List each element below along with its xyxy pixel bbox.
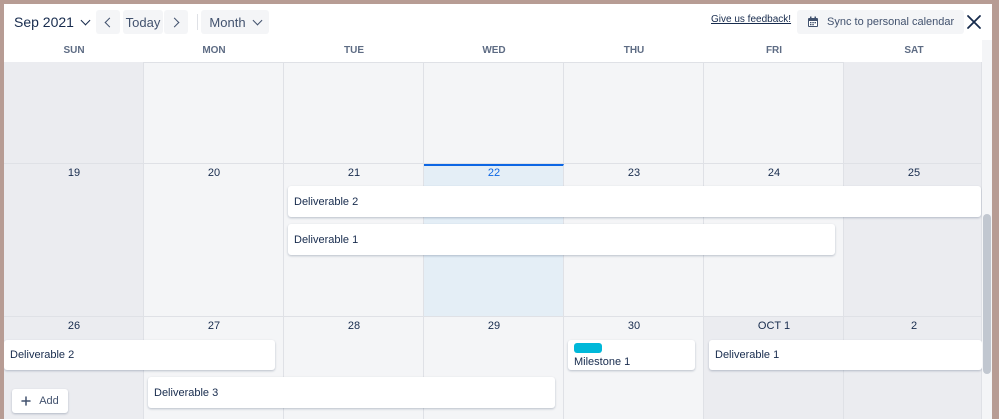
day-number: 29	[487, 320, 501, 332]
day-cell[interactable]	[704, 62, 844, 164]
day-number: OCT 1	[757, 320, 791, 332]
milestone-marker	[574, 342, 602, 353]
weekday-wed: WED	[482, 45, 506, 56]
weekday-sun: SUN	[63, 45, 85, 56]
milestone-label: Milestone 1	[574, 355, 631, 368]
month-label: Sep 2021	[14, 14, 74, 30]
day-number: 2	[910, 320, 918, 332]
feedback-link[interactable]: Give us feedback!	[711, 14, 791, 25]
day-number: 26	[67, 320, 81, 332]
previous-month-button[interactable]	[96, 10, 120, 34]
month-picker[interactable]: Sep 2021	[14, 12, 91, 32]
weekday-tue: TUE	[344, 45, 364, 56]
close-icon[interactable]	[964, 12, 984, 32]
sync-calendar-button[interactable]: Sync to personal calendar	[797, 10, 965, 34]
event-deliverable-2[interactable]: Deliverable 2	[288, 186, 981, 217]
view-label: Month	[209, 14, 246, 30]
day-number: 27	[207, 320, 221, 332]
event-deliverable-1[interactable]: Deliverable 1	[288, 224, 835, 255]
scrollbar-thumb[interactable]	[983, 214, 991, 374]
add-label: Add	[39, 395, 59, 407]
today-label: Today	[125, 14, 161, 30]
chevron-down-icon	[80, 15, 91, 25]
day-cell[interactable]	[424, 62, 564, 164]
day-number: 23	[627, 167, 641, 179]
weekday-fri: FRI	[765, 45, 783, 56]
add-event-button[interactable]: Add	[12, 389, 68, 413]
weekday-header: SUN MON TUE WED THU FRI SAT	[4, 40, 992, 63]
day-cell[interactable]	[4, 164, 144, 317]
event-deliverable-3[interactable]: Deliverable 3	[148, 377, 555, 408]
sync-label: Sync to personal calendar	[827, 16, 955, 28]
event-deliverable-2[interactable]: Deliverable 2	[4, 340, 275, 370]
toolbar-divider	[197, 14, 198, 30]
day-number: 24	[767, 167, 781, 179]
day-cell[interactable]	[144, 164, 284, 317]
chevron-down-icon	[252, 15, 263, 25]
event-milestone-1[interactable]: Milestone 1	[568, 340, 695, 370]
day-number: 21	[347, 167, 361, 179]
weekday-sat: SAT	[904, 45, 924, 56]
today-button[interactable]: Today	[123, 10, 163, 34]
day-number: 28	[347, 320, 361, 332]
day-cell[interactable]	[4, 62, 144, 164]
chevron-left-icon	[104, 17, 115, 27]
calendar-icon	[808, 16, 818, 27]
day-number: 20	[207, 167, 221, 179]
day-cell[interactable]	[564, 62, 704, 164]
weekday-thu: THU	[623, 45, 645, 56]
day-number: 25	[907, 167, 921, 179]
chevron-right-icon	[169, 17, 180, 27]
calendar-toolbar: Sep 2021 Today Month Give us feedback! S…	[4, 4, 992, 40]
event-deliverable-1[interactable]: Deliverable 1	[709, 340, 982, 370]
day-cell[interactable]	[144, 62, 284, 164]
next-month-button[interactable]	[164, 10, 188, 34]
plus-icon	[21, 396, 31, 406]
day-cell[interactable]	[284, 62, 424, 164]
view-select[interactable]: Month	[201, 10, 269, 34]
vertical-scrollbar[interactable]	[982, 40, 992, 419]
weekday-mon: MON	[202, 45, 226, 56]
month-grid: 19 20 21 22 23 24 25 26 27 28 29 30 OCT …	[4, 62, 982, 419]
day-number: 30	[627, 320, 641, 332]
calendar-panel: Sep 2021 Today Month Give us feedback! S…	[4, 4, 992, 419]
day-cell[interactable]	[844, 62, 982, 164]
day-number: 19	[67, 167, 81, 179]
day-number-today: 22	[487, 167, 501, 179]
